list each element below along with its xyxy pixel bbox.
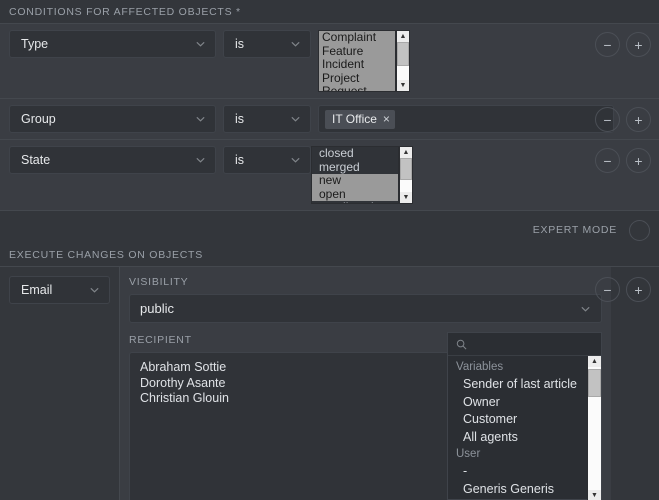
option-generis-generis[interactable]: Generis Generis (448, 481, 601, 499)
scrollbar-thumb[interactable] (588, 369, 601, 397)
scroll-up-arrow-icon[interactable]: ▲ (588, 356, 601, 367)
add-condition-button[interactable]: + (626, 107, 651, 132)
remove-condition-button[interactable]: − (595, 107, 620, 132)
row-actions-type: − + (595, 32, 651, 57)
chevron-down-icon (291, 41, 300, 47)
scroll-down-arrow-icon[interactable]: ▼ (397, 80, 409, 91)
listbox-option[interactable]: pending close (312, 201, 398, 203)
scrollbar-track[interactable] (397, 42, 409, 80)
chevron-down-icon (291, 116, 300, 122)
chip-label: IT Office (332, 112, 377, 126)
recipient-search-input[interactable] (472, 336, 590, 352)
condition-operator-select-state[interactable]: is (223, 146, 311, 174)
scroll-up-arrow-icon[interactable]: ▲ (397, 31, 409, 42)
chevron-down-icon (90, 287, 99, 293)
chevron-down-icon (196, 116, 205, 122)
expert-mode-bar: EXPERT MODE (0, 211, 659, 249)
group-chip-field[interactable]: IT Office × (318, 105, 614, 133)
listbox-option[interactable]: Incident (319, 58, 395, 72)
recipient-dropdown-popup: Variables Sender of last article Owner C… (447, 332, 602, 500)
listbox-option[interactable]: merged (312, 161, 398, 175)
condition-operator-select-group[interactable]: is (223, 105, 311, 133)
remove-condition-button[interactable]: − (595, 32, 620, 57)
visibility-select[interactable]: public (129, 294, 602, 323)
add-action-button[interactable]: + (626, 277, 651, 302)
option-group-label: User (456, 448, 481, 460)
conditions-panel: Type is Complaint Feature Incident Proje… (0, 23, 659, 211)
recipient-options-list[interactable]: Variables Sender of last article Owner C… (448, 356, 601, 499)
scrollbar-thumb[interactable] (400, 158, 412, 180)
condition-row-group: Group is IT Office × − + (0, 99, 659, 140)
search-icon (456, 339, 467, 349)
chip-it-office[interactable]: IT Office × (325, 109, 395, 129)
expert-mode-toggle[interactable] (629, 219, 650, 241)
listbox-option[interactable]: Feature (319, 45, 395, 59)
listbox-option-selected[interactable]: new (312, 174, 398, 188)
condition-operator-value-type: is (235, 37, 245, 51)
listbox-option[interactable]: Project (319, 72, 395, 86)
option-owner[interactable]: Owner (448, 394, 601, 412)
option-sender-of-last-article[interactable]: Sender of last article (448, 376, 601, 394)
chevron-down-icon (196, 157, 205, 163)
condition-attribute-select-type[interactable]: Type (9, 30, 216, 58)
condition-attribute-value-state: State (21, 153, 51, 167)
chevron-down-icon (291, 157, 300, 163)
scrollbar-track[interactable] (588, 367, 601, 490)
condition-attribute-value-group: Group (21, 112, 56, 126)
execute-actions-column: − + (595, 267, 659, 500)
remove-condition-button[interactable]: − (595, 148, 620, 173)
condition-row-state: State is closed merged new open pending … (0, 140, 659, 210)
visibility-value: public (140, 301, 174, 316)
scroll-up-arrow-icon[interactable]: ▲ (400, 147, 412, 158)
execute-action-select[interactable]: Email (9, 276, 110, 304)
listbox-option[interactable]: Complaint (319, 31, 395, 45)
condition-operator-value-state: is (235, 153, 245, 167)
option-emmanuel-ntow-darko[interactable]: Emmanuel Ntow Darko (448, 498, 601, 499)
recipient-search-bar[interactable] (448, 333, 601, 356)
add-condition-button[interactable]: + (626, 32, 651, 57)
chevron-down-icon (581, 306, 590, 312)
row-actions-state: − + (595, 148, 651, 173)
condition-operator-select-type[interactable]: is (223, 30, 311, 58)
listbox-option-selected[interactable]: open (312, 187, 398, 201)
condition-builder-page: CONDITIONS FOR AFFECTED OBJECTS * Type i… (0, 0, 659, 500)
popup-scrollbar[interactable]: ▲ ▼ (587, 356, 601, 500)
conditions-section-title: CONDITIONS FOR AFFECTED OBJECTS * (9, 6, 241, 18)
remove-action-button[interactable]: − (595, 277, 620, 302)
expert-mode-label: EXPERT MODE (532, 224, 617, 236)
scroll-down-arrow-icon[interactable]: ▼ (588, 490, 601, 500)
chevron-down-icon (196, 41, 205, 47)
type-listbox-scrollbar[interactable]: ▲ ▼ (396, 30, 410, 92)
execute-section-title: EXECUTE CHANGES ON OBJECTS (9, 249, 203, 261)
condition-operator-value-group: is (235, 112, 245, 126)
chip-remove-icon[interactable]: × (383, 113, 390, 125)
option-blank[interactable]: - (448, 463, 601, 481)
row-actions-execute: − + (595, 277, 651, 302)
state-listbox-scrollbar[interactable]: ▲ ▼ (399, 146, 413, 204)
visibility-label: VISIBILITY (129, 276, 189, 288)
option-group-label: Variables (456, 361, 504, 373)
condition-attribute-select-group[interactable]: Group (9, 105, 216, 133)
scroll-down-arrow-icon[interactable]: ▼ (400, 192, 412, 203)
condition-row-type: Type is Complaint Feature Incident Proje… (0, 24, 659, 99)
condition-value-state: closed merged new open pending close ▲ ▼ (311, 146, 413, 204)
scrollbar-track[interactable] (400, 158, 412, 192)
condition-attribute-value-type: Type (21, 37, 49, 51)
listbox-option[interactable]: Request (319, 85, 395, 91)
condition-value-group: IT Office × (318, 105, 614, 133)
listbox-option[interactable]: closed (312, 147, 398, 161)
execute-action-column: Email (0, 267, 120, 500)
condition-value-type: Complaint Feature Incident Project Reque… (318, 30, 410, 92)
add-condition-button[interactable]: + (626, 148, 651, 173)
condition-attribute-select-state[interactable]: State (9, 146, 216, 174)
state-multiselect-listbox[interactable]: closed merged new open pending close (311, 146, 399, 204)
row-actions-group: − + (595, 107, 651, 132)
option-customer[interactable]: Customer (448, 411, 601, 429)
scrollbar-thumb[interactable] (397, 42, 409, 66)
type-multiselect-listbox[interactable]: Complaint Feature Incident Project Reque… (318, 30, 396, 92)
execute-action-value: Email (21, 283, 53, 297)
option-all-agents[interactable]: All agents (448, 429, 601, 447)
